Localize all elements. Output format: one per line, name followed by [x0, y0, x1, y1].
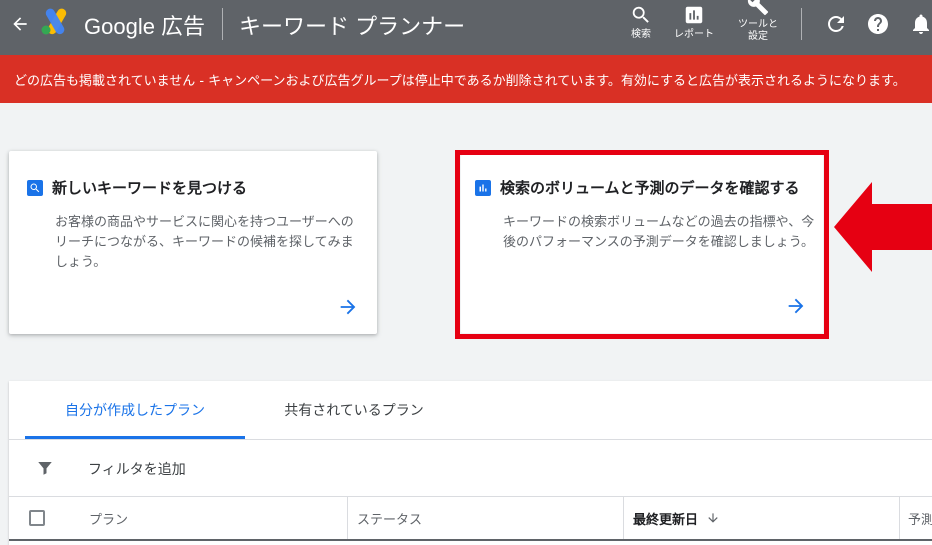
help-icon[interactable] [866, 12, 890, 36]
notifications-icon[interactable] [909, 12, 932, 36]
annotation-arrow-icon [834, 182, 932, 272]
tab-shared-plans[interactable]: 共有されているプラン [265, 381, 443, 439]
card-description: お客様の商品やサービスに関心を持つユーザーへのリーチにつながる、キーワードの候補… [55, 215, 354, 270]
annotation-highlight-box [455, 150, 829, 339]
alert-banner: どの広告も掲載されていません - キャンペーンおよび広告グループは停止中であるか… [0, 55, 932, 103]
google-ads-logo-icon[interactable] [40, 8, 72, 36]
wrench-icon [747, 0, 769, 16]
tools-settings-button[interactable]: ツールと 設定 [738, 0, 778, 43]
column-label: 予測 [908, 512, 932, 528]
arrow-forward-icon[interactable] [337, 296, 359, 318]
top-header: Google 広告 キーワード プランナー 検索 レポート ツールと 設定 [0, 0, 932, 55]
tab-my-plans[interactable]: 自分が作成したプラン [25, 381, 245, 439]
table-header-divider [9, 539, 932, 541]
filter-icon[interactable] [36, 459, 54, 477]
column-header-last-modified[interactable]: 最終更新日 [623, 497, 899, 539]
column-header-forecast[interactable]: 予測 [899, 497, 932, 539]
back-arrow-icon[interactable] [8, 12, 32, 36]
column-label: 最終更新日 [633, 512, 699, 528]
add-filter-button[interactable]: フィルタを追加 [88, 459, 186, 479]
plans-panel: 自分が作成したプラン 共有されているプラン フィルタを追加 プラン ステータス … [9, 381, 932, 545]
discover-keywords-card[interactable]: 新しいキーワードを見つける お客様の商品やサービスに関心を持つユーザーへのリーチ… [9, 151, 377, 334]
search-icon [27, 179, 43, 196]
search-tool-label: 検索 [631, 29, 651, 40]
card-title-row: 新しいキーワードを見つける [27, 177, 247, 198]
page-title: キーワード プランナー [239, 14, 466, 39]
select-all-checkbox[interactable] [29, 510, 45, 526]
header-divider [222, 8, 223, 40]
column-header-status[interactable]: ステータス [347, 497, 623, 539]
brand-name: Google 広告 [84, 14, 206, 39]
search-icon [632, 6, 649, 23]
report-tool-button[interactable]: レポート [674, 4, 714, 41]
column-label: ステータス [357, 512, 423, 528]
header-divider-2 [801, 8, 802, 40]
search-tool-button[interactable]: 検索 [630, 4, 652, 41]
sort-descending-icon [708, 513, 718, 523]
refresh-icon[interactable] [824, 12, 848, 36]
column-label: プラン [89, 512, 129, 528]
filter-row: フィルタを追加 [9, 440, 932, 496]
card-title: 新しいキーワードを見つける [52, 179, 248, 197]
column-header-plan[interactable]: プラン [89, 497, 347, 539]
table-header: プラン ステータス 最終更新日 予測 [9, 497, 932, 539]
tools-settings-label: ツールと 設定 [738, 19, 778, 42]
report-tool-label: レポート [674, 29, 714, 40]
report-icon [685, 6, 703, 24]
